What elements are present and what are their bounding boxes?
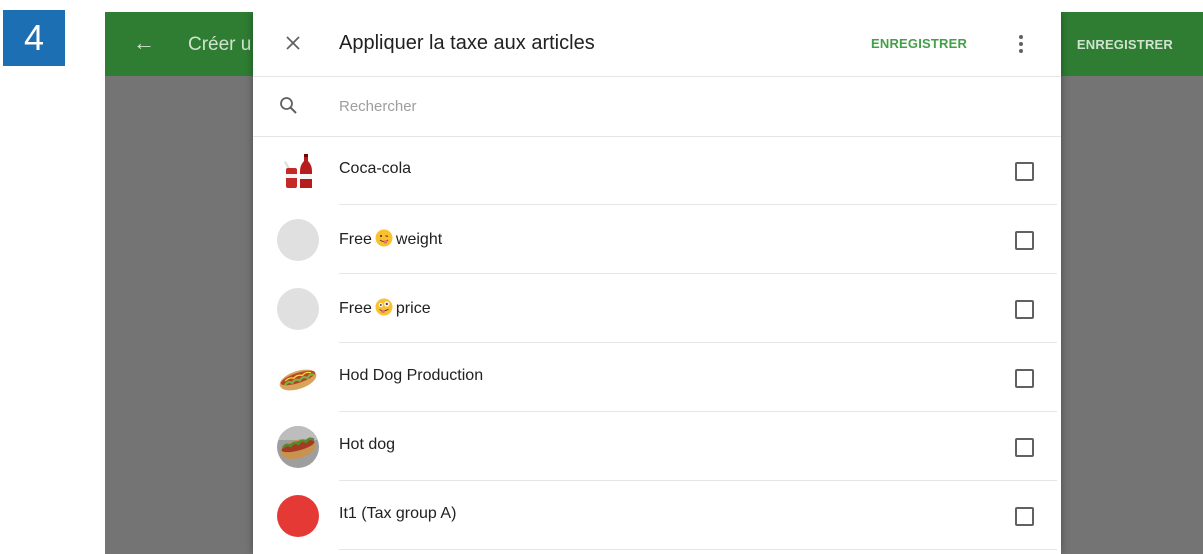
item-checkbox[interactable] <box>1015 438 1034 457</box>
app-screen: ← Créer u ENREGISTRER Appliquer la taxe … <box>105 12 1203 554</box>
item-checkbox[interactable] <box>1015 231 1034 250</box>
coca-cola-image <box>284 154 312 188</box>
item-name-part: Free <box>339 300 372 317</box>
item-name: Free price <box>339 298 431 318</box>
zany-face-icon <box>375 298 393 316</box>
item-thumbnail <box>277 288 319 330</box>
close-icon[interactable] <box>278 28 308 58</box>
item-name-part: price <box>395 300 431 317</box>
list-item[interactable]: Free price <box>253 274 1061 343</box>
search-row <box>253 76 1061 137</box>
list-item[interactable]: Free weight <box>253 205 1061 274</box>
search-input[interactable] <box>339 95 939 117</box>
app-bar-save-button[interactable]: ENREGISTRER <box>1077 37 1173 52</box>
item-name: Free weight <box>339 229 442 249</box>
save-button[interactable]: ENREGISTRER <box>871 36 967 51</box>
app-bar-title: Créer u <box>188 34 252 55</box>
hot-dog-image <box>277 426 319 468</box>
list-item[interactable]: Coca-cola <box>253 136 1061 205</box>
item-name: Hod Dog Production <box>339 367 484 384</box>
arrow-left-icon[interactable]: ← <box>133 30 155 56</box>
hot-dog-image <box>279 369 317 391</box>
list-item[interactable]: Hot dog <box>253 412 1061 481</box>
dialog-title: Appliquer la taxe aux articles <box>339 32 595 54</box>
item-checkbox[interactable] <box>1015 300 1034 319</box>
item-thumbnail <box>277 219 319 261</box>
item-checkbox[interactable] <box>1015 507 1034 526</box>
item-name: Coca-cola <box>339 160 412 177</box>
divider <box>339 549 1057 550</box>
item-name-part: Free <box>339 231 372 248</box>
item-checkbox[interactable] <box>1015 369 1034 388</box>
step-number-badge: 4 <box>3 10 65 66</box>
winking-face-tongue-icon <box>375 229 393 247</box>
item-checkbox[interactable] <box>1015 162 1034 181</box>
more-vert-icon[interactable] <box>1013 30 1029 58</box>
item-name: Hot dog <box>339 436 396 453</box>
dialog-header: Appliquer la taxe aux articles ENREGISTR… <box>253 12 1061 77</box>
item-color-thumbnail <box>277 495 319 537</box>
list-item[interactable]: Hod Dog Production <box>253 343 1061 412</box>
item-name: It1 (Tax group A) <box>339 505 457 522</box>
item-name-part: weight <box>395 231 443 248</box>
apply-tax-dialog: Appliquer la taxe aux articles ENREGISTR… <box>253 12 1061 554</box>
list-item[interactable]: It1 (Tax group A) <box>253 481 1061 550</box>
search-icon <box>280 97 297 114</box>
